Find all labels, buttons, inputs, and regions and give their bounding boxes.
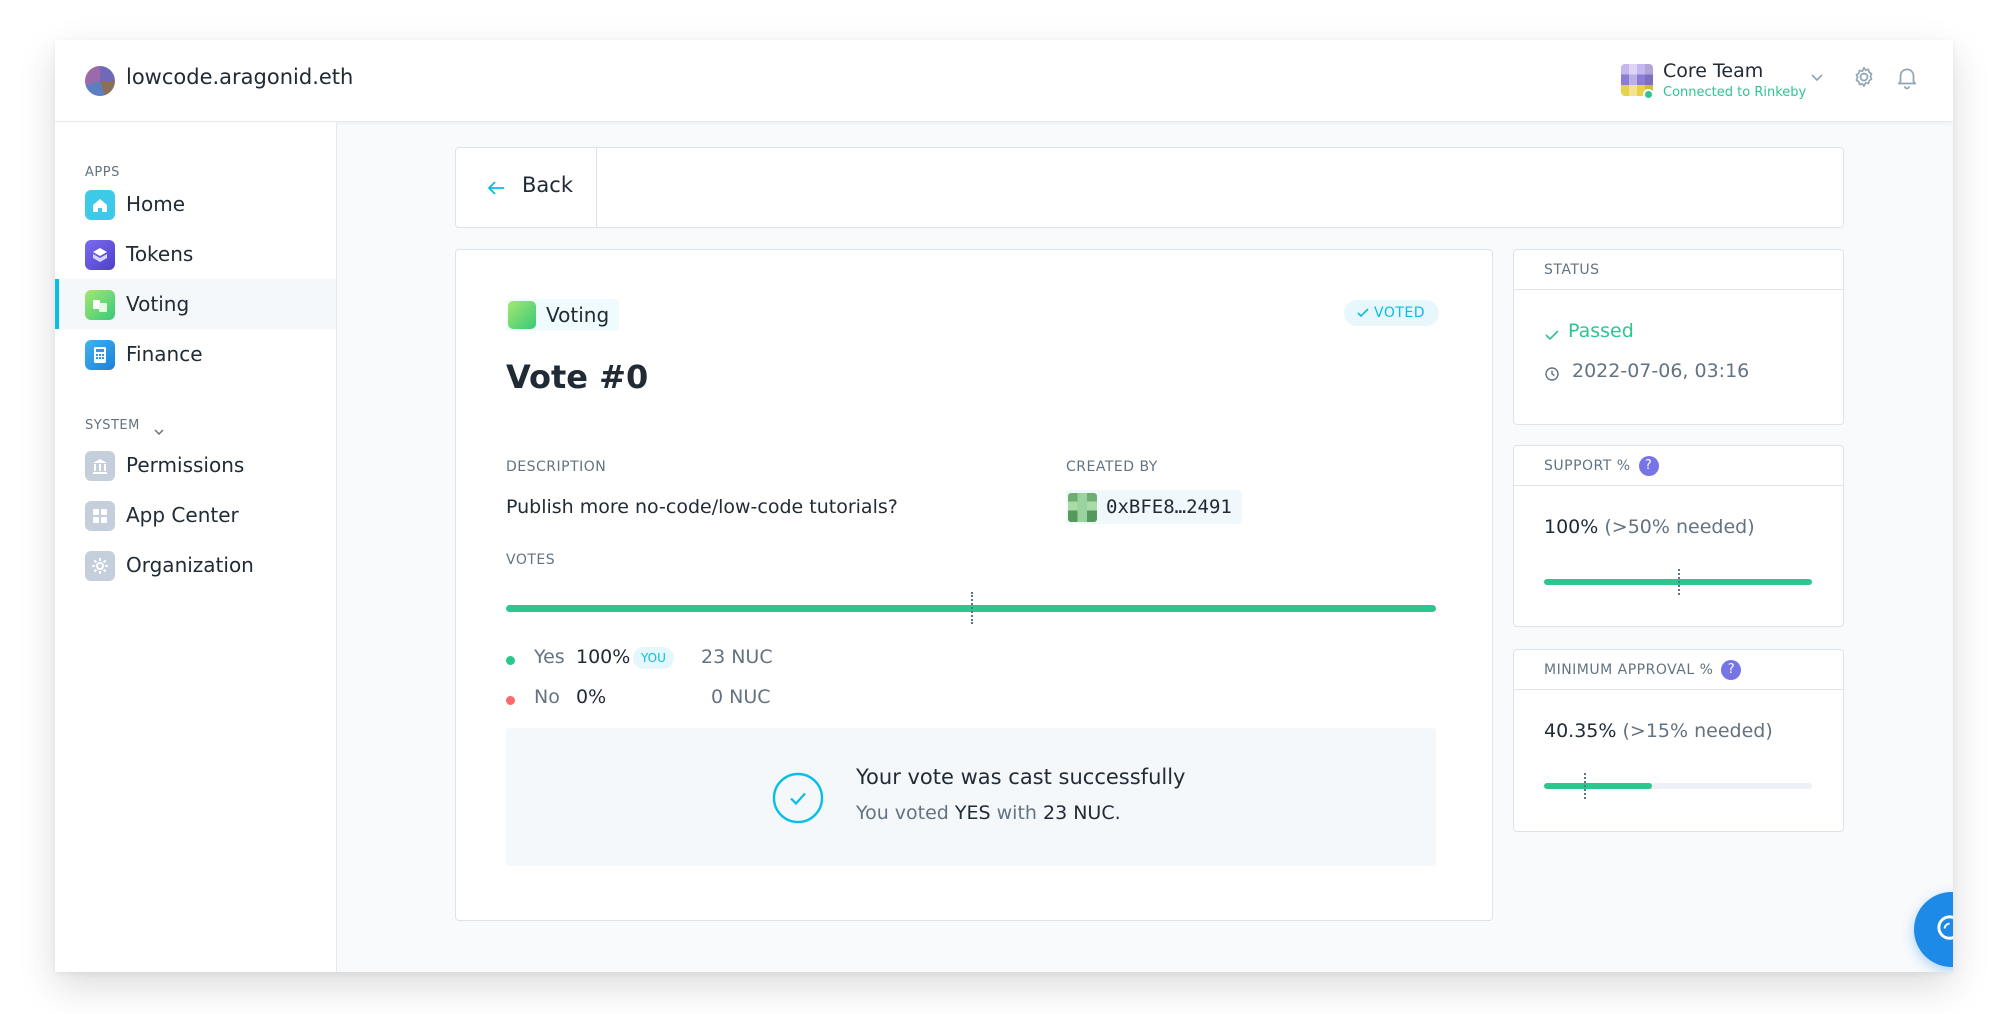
sidebar-item-permissions[interactable]: Permissions [55, 440, 336, 490]
vote-description: Publish more no-code/low-code tutorials? [506, 496, 898, 518]
support-header: SUPPORT %? [1514, 446, 1843, 486]
voting-icon [85, 290, 115, 320]
back-button[interactable]: Back [456, 148, 597, 227]
check-circle-icon [772, 772, 824, 824]
connection-status-dot [1643, 89, 1654, 100]
success-prefix: You voted [856, 802, 949, 824]
check-icon [1545, 330, 1559, 341]
no-dot [506, 696, 515, 705]
sidebar-item-label: Voting [126, 292, 190, 316]
sidebar-item-home[interactable]: Home [55, 179, 336, 229]
voted-badge: VOTED [1344, 300, 1440, 326]
success-choice: YES [954, 802, 991, 824]
sidebar-item-voting[interactable]: Voting [55, 279, 336, 329]
yes-percentage: 100% [576, 646, 631, 668]
approval-header: MINIMUM APPROVAL %? [1514, 650, 1843, 690]
back-label: Back [522, 173, 573, 197]
arrow-left-icon [487, 181, 504, 195]
help-icon[interactable]: ? [1638, 456, 1659, 476]
status-datetime: 2022-07-06, 03:16 [1572, 360, 1750, 382]
organization-icon [85, 551, 115, 581]
approval-value: 40.35% [1544, 720, 1617, 742]
org-name[interactable]: lowcode.aragonid.eth [126, 65, 353, 89]
account-name[interactable]: Core Team [1663, 60, 1763, 82]
vote-card: Voting VOTED Vote #0 DESCRIPTION Publish… [455, 249, 1493, 921]
chevron-down-icon[interactable] [151, 424, 167, 440]
system-heading[interactable]: SYSTEM [85, 418, 140, 433]
support-required-marker [971, 592, 973, 624]
app-window: lowcode.aragonid.eth Core Team Connected… [55, 40, 1953, 972]
bell-icon[interactable] [1894, 64, 1920, 90]
network-status: Connected to Rinkeby [1663, 85, 1807, 100]
app-badge-label: Voting [546, 303, 610, 327]
support-card: SUPPORT %? 100% (>50% needed) [1513, 445, 1844, 627]
yes-label: Yes [534, 646, 565, 668]
yes-dot [506, 656, 515, 665]
description-heading: DESCRIPTION [506, 459, 607, 475]
success-title: Your vote was cast successfully [856, 765, 1186, 789]
support-value: 100% [1544, 516, 1599, 538]
status-heading: STATUS [1514, 250, 1843, 290]
sidebar-item-label: Organization [126, 553, 254, 577]
support-needed: (>50% needed) [1604, 516, 1755, 538]
vote-success-box: Your vote was cast successfully You vote… [506, 728, 1436, 866]
support-heading: SUPPORT % [1544, 458, 1631, 474]
apps-heading: APPS [85, 165, 120, 180]
sidebar-item-label: App Center [126, 503, 239, 527]
voting-icon [508, 301, 536, 329]
vote-title: Vote #0 [506, 358, 649, 396]
finance-icon [85, 340, 115, 370]
you-badge: YOU [633, 647, 674, 669]
app-badge: Voting [506, 299, 620, 331]
gear-icon[interactable] [1851, 64, 1877, 90]
sidebar-item-finance[interactable]: Finance [55, 329, 336, 379]
yes-amount: 23 NUC [701, 646, 773, 668]
chevron-down-icon[interactable] [1807, 68, 1827, 88]
no-label: No [534, 686, 560, 708]
success-with: with [996, 802, 1037, 824]
sidebar-item-organization[interactable]: Organization [55, 540, 336, 590]
no-percentage: 0% [576, 686, 607, 708]
sidebar-item-label: Finance [126, 342, 203, 366]
help-search-button[interactable] [1914, 892, 1953, 967]
votes-heading: VOTES [506, 552, 556, 568]
no-amount: 0 NUC [711, 686, 771, 708]
app-center-icon [85, 501, 115, 531]
org-avatar[interactable] [85, 66, 115, 96]
approval-fill [1544, 783, 1653, 789]
approval-needed: (>15% needed) [1622, 720, 1773, 742]
approval-value-line: 40.35% (>15% needed) [1544, 720, 1773, 742]
search-icon [1937, 915, 1953, 940]
approval-card: MINIMUM APPROVAL %? 40.35% (>15% needed) [1513, 649, 1844, 832]
sidebar-item-label: Permissions [126, 453, 245, 477]
back-bar: Back [455, 147, 1844, 228]
sidebar: APPS Home Tokens Voting Finance SYSTEM P… [55, 122, 337, 972]
creator-avatar [1068, 493, 1097, 522]
permissions-icon [85, 451, 115, 481]
created-by-heading: CREATED BY [1066, 459, 1158, 475]
voted-badge-label: VOTED [1374, 305, 1426, 321]
help-icon[interactable]: ? [1721, 660, 1742, 680]
check-icon [1357, 308, 1369, 318]
sidebar-item-app-center[interactable]: App Center [55, 490, 336, 540]
home-icon [85, 190, 115, 220]
sidebar-item-label: Tokens [126, 242, 194, 266]
support-required-marker [1678, 569, 1680, 595]
clock-icon [1545, 367, 1559, 381]
creator-address: 0xBFE8…2491 [1106, 496, 1232, 518]
support-value-line: 100% (>50% needed) [1544, 516, 1755, 538]
sidebar-item-label: Home [126, 192, 186, 216]
status-result: Passed [1568, 320, 1634, 342]
header-bar: lowcode.aragonid.eth Core Team Connected… [55, 40, 1953, 122]
status-card: STATUS Passed 2022-07-06, 03:16 [1513, 249, 1844, 425]
success-amount: 23 NUC. [1042, 802, 1121, 824]
success-message: You voted YES with 23 NUC. [856, 802, 1121, 824]
approval-required-marker [1584, 773, 1587, 799]
sidebar-item-tokens[interactable]: Tokens [55, 229, 336, 279]
tokens-icon [85, 240, 115, 270]
approval-heading: MINIMUM APPROVAL % [1544, 662, 1714, 678]
creator-badge[interactable]: 0xBFE8…2491 [1066, 490, 1242, 524]
